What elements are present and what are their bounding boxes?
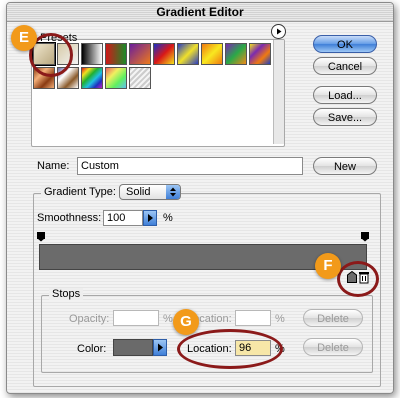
preset-swatch-blue-red-yellow[interactable] [153, 43, 175, 65]
preset-swatch-spectrum[interactable] [81, 67, 103, 89]
stops-label: Stops [49, 288, 84, 300]
load-button[interactable]: Load... [313, 86, 377, 104]
opacity-stop-left[interactable] [37, 232, 45, 242]
callout-f-badge: F [315, 253, 341, 279]
opacity-location-field[interactable] [235, 310, 271, 326]
smoothness-field[interactable]: 100 [103, 210, 143, 226]
gradient-type-select[interactable]: Solid [119, 184, 181, 200]
color-menu-arrow-icon[interactable] [153, 339, 167, 356]
opacity-location-unit: % [275, 313, 285, 325]
preset-swatch-violet-green-orange[interactable] [225, 43, 247, 65]
gradient-editor-window: Gradient Editor Presets OK Cancel Load..… [6, 2, 394, 394]
trash-highlight-ring [337, 261, 379, 297]
smoothness-unit: % [163, 212, 173, 224]
location-highlight-ring [177, 329, 283, 369]
delete-color-stop-button[interactable]: Delete [303, 338, 363, 356]
presets-scrollbar[interactable] [273, 40, 284, 144]
color-swatch[interactable] [113, 339, 153, 356]
preset-swatch-black-white[interactable] [81, 43, 103, 65]
name-label: Name: [37, 160, 70, 172]
smoothness-label: Smoothness: [37, 212, 102, 224]
color-label: Color: [77, 343, 107, 355]
preset-swatch-red-green[interactable] [105, 43, 127, 65]
smoothness-slider-arrow-icon[interactable] [143, 210, 157, 226]
opacity-field[interactable] [113, 310, 159, 326]
window-title: Gradient Editor [7, 3, 393, 22]
opacity-stop-right[interactable] [361, 232, 369, 242]
preset-swatch-blue-yellow-blue[interactable] [177, 43, 199, 65]
preset-swatch-orange-yellow-orange[interactable] [201, 43, 223, 65]
select-arrows-icon [166, 185, 180, 199]
preset-swatch-transparent-rainbow[interactable] [105, 67, 127, 89]
callout-g-badge: G [173, 309, 199, 335]
presets-menu-icon[interactable] [271, 24, 286, 39]
cancel-button[interactable]: Cancel [313, 57, 377, 75]
preset-swatch-yellow-violet-orange-blue[interactable] [249, 43, 271, 65]
preset-swatch-violet-orange[interactable] [129, 43, 151, 65]
opacity-unit: % [163, 313, 173, 325]
name-field[interactable]: Custom [77, 157, 303, 175]
callout-e-badge: E [11, 25, 37, 51]
new-button[interactable]: New [313, 157, 377, 175]
ok-button[interactable]: OK [313, 35, 377, 53]
gradient-type-value: Solid [126, 186, 151, 198]
delete-opacity-stop-button[interactable]: Delete [303, 309, 363, 327]
preset-swatch-transparent-stripes[interactable] [129, 67, 151, 89]
gradient-type-label: Gradient Type: [41, 186, 119, 198]
opacity-label: Opacity: [69, 313, 110, 325]
save-button[interactable]: Save... [313, 108, 377, 126]
